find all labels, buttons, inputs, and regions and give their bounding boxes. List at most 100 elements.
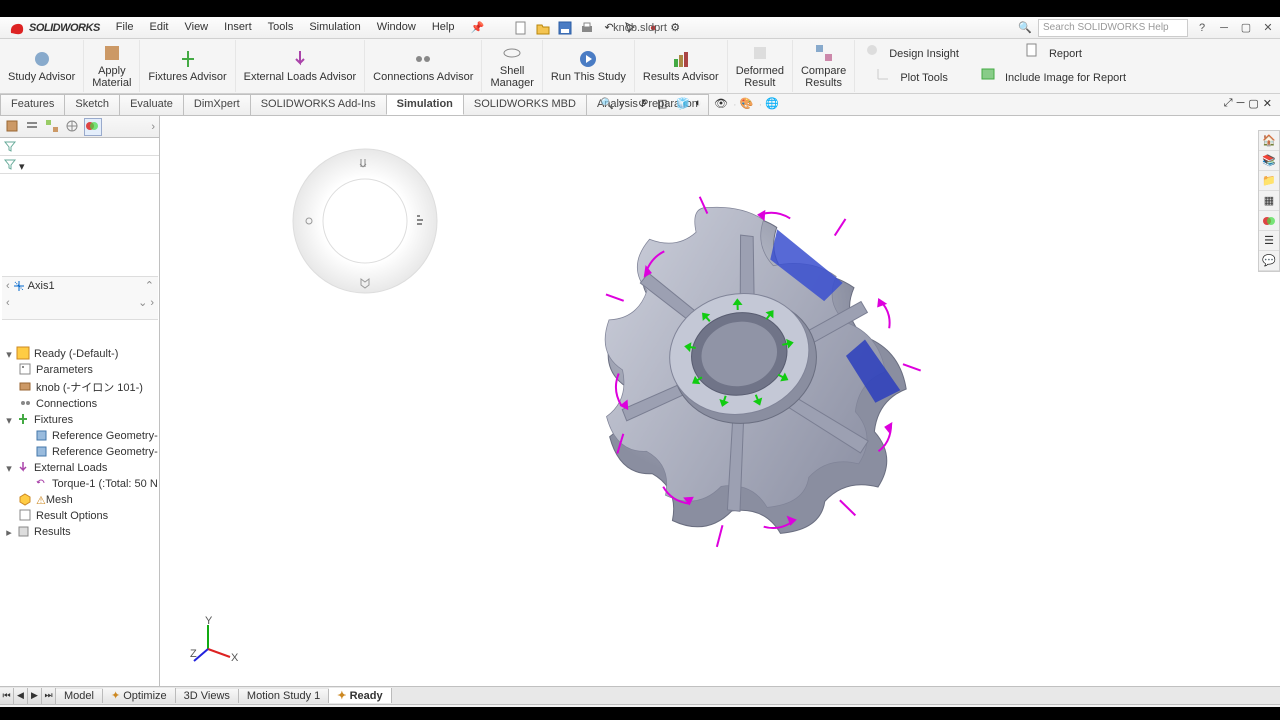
feature-tree-icon[interactable]: [4, 118, 22, 136]
property-mgr-icon[interactable]: [24, 118, 42, 136]
config-mgr-icon[interactable]: [44, 118, 62, 136]
svg-text:X: X: [231, 652, 239, 664]
tab-first-icon[interactable]: ⏮: [0, 688, 14, 704]
3d-model-knob[interactable]: [570, 166, 930, 586]
menu-simulation[interactable]: Simulation: [301, 18, 368, 37]
tab-mbd[interactable]: SOLIDWORKS MBD: [463, 94, 587, 115]
custom-props-icon[interactable]: ☰: [1259, 231, 1279, 251]
node-connections[interactable]: Connections: [4, 396, 156, 412]
prev-view-icon[interactable]: ↺: [638, 97, 654, 113]
btab-optimize[interactable]: ✦ Optimize: [103, 688, 176, 703]
file-explorer-icon[interactable]: 📁: [1259, 171, 1279, 191]
tab-evaluate[interactable]: Evaluate: [119, 94, 184, 115]
apply-scene-icon[interactable]: 🌐: [765, 97, 781, 113]
external-loads-advisor-button[interactable]: External Loads Advisor: [236, 40, 366, 92]
doc-close-icon[interactable]: ✕: [1263, 97, 1272, 110]
menu-edit[interactable]: Edit: [142, 18, 177, 37]
view-orient-icon[interactable]: 🧊: [676, 97, 692, 113]
design-lib-icon[interactable]: 📚: [1259, 151, 1279, 171]
search-icon[interactable]: 🔍: [1018, 21, 1032, 34]
compare-results-button[interactable]: Compare Results: [793, 40, 855, 92]
menu-pin-icon[interactable]: 📌: [462, 18, 492, 37]
forum-icon[interactable]: 💬: [1259, 251, 1279, 271]
resources-icon[interactable]: 🏠: [1259, 131, 1279, 151]
fixtures-advisor-button[interactable]: Fixtures Advisor: [140, 40, 235, 92]
node-study[interactable]: ▾Ready (-Default-): [4, 346, 156, 362]
deformed-result-button: Deformed Result: [728, 40, 793, 92]
view-wheel[interactable]: [285, 141, 445, 301]
tab-sketch[interactable]: Sketch: [64, 94, 120, 115]
menu-window[interactable]: Window: [369, 18, 424, 37]
node-results[interactable]: ▸Results: [4, 524, 156, 540]
menu-file[interactable]: File: [108, 18, 142, 37]
plot-tools-button: Plot Tools: [859, 66, 965, 90]
expand-panel-icon[interactable]: ›: [151, 121, 155, 133]
node-parameters[interactable]: Parameters: [4, 362, 156, 378]
zoom-fit-icon[interactable]: 🔍: [600, 97, 616, 113]
run-study-button[interactable]: Run This Study: [543, 40, 635, 92]
close-icon[interactable]: ✕: [1260, 21, 1276, 35]
tab-addins[interactable]: SOLIDWORKS Add-Ins: [250, 94, 387, 115]
menu-help[interactable]: Help: [424, 18, 463, 37]
view-palette-icon[interactable]: ▦: [1259, 191, 1279, 211]
restore-icon[interactable]: ▢: [1238, 21, 1254, 35]
node-ref2[interactable]: Reference Geometry-2 (:0: [4, 444, 156, 460]
study-advisor-button[interactable]: Study Advisor: [0, 40, 84, 92]
section-icon[interactable]: ◫: [657, 97, 673, 113]
appearances-icon[interactable]: [1259, 211, 1279, 231]
btab-ready[interactable]: ✦ Ready: [329, 688, 391, 703]
dimxpert-mgr-icon[interactable]: [64, 118, 82, 136]
minimize-icon[interactable]: ─: [1216, 21, 1232, 35]
node-torque[interactable]: Torque-1 (:Total: 50 N.m:): [4, 476, 156, 492]
new-doc-icon[interactable]: [512, 19, 530, 37]
tab-next-icon[interactable]: ▶: [28, 688, 42, 704]
connections-advisor-button[interactable]: Connections Advisor: [365, 40, 482, 92]
doc-max-icon[interactable]: ▢: [1248, 97, 1258, 110]
tab-simulation[interactable]: Simulation: [386, 94, 464, 115]
btab-motion[interactable]: Motion Study 1: [239, 689, 329, 703]
menu-insert[interactable]: Insert: [216, 18, 260, 37]
open-icon[interactable]: [534, 19, 552, 37]
btab-3dviews[interactable]: 3D Views: [176, 689, 239, 703]
search-input[interactable]: Search SOLIDWORKS Help: [1038, 19, 1188, 37]
node-mesh[interactable]: ⚠ Mesh: [4, 492, 156, 508]
print-icon[interactable]: [578, 19, 596, 37]
btab-model[interactable]: Model: [56, 689, 103, 703]
save-icon[interactable]: [556, 19, 574, 37]
tab-last-icon[interactable]: ⏭: [42, 688, 56, 704]
include-image-button[interactable]: Include Image for Report: [975, 66, 1132, 90]
options-icon[interactable]: ⚙: [666, 19, 684, 37]
edit-appearance-icon[interactable]: 🎨: [740, 97, 756, 113]
filter-icon: [4, 140, 16, 152]
breadcrumb-axis[interactable]: Axis1: [28, 280, 55, 292]
node-loads[interactable]: ▾External Loads: [4, 460, 156, 476]
display-mgr-icon[interactable]: [84, 118, 102, 136]
doc-goto-icon[interactable]: ⤢: [1224, 97, 1233, 110]
results-advisor-button[interactable]: Results Advisor: [635, 40, 728, 92]
node-ref1[interactable]: Reference Geometry-1 (:0: [4, 428, 156, 444]
view-toolbar: 🔍 ⌕ ↺ ◫ 🧊 ◐ 👁 · 🎨 · 🌐: [600, 97, 781, 113]
display-style-icon[interactable]: ◐: [695, 97, 711, 113]
orientation-triad[interactable]: Y X Z: [190, 617, 240, 667]
panel-tabs: ›: [0, 116, 159, 138]
filter-bar[interactable]: [0, 138, 159, 156]
node-fixtures[interactable]: ▾Fixtures: [4, 412, 156, 428]
report-button[interactable]: Report: [975, 42, 1132, 66]
task-pane: 🏠 📚 📁 ▦ ☰ 💬: [1258, 130, 1280, 272]
tab-prev-icon[interactable]: ◀: [14, 688, 28, 704]
hide-show-icon[interactable]: 👁: [714, 97, 730, 113]
doc-min-icon[interactable]: ─: [1237, 97, 1245, 110]
menu-view[interactable]: View: [176, 18, 216, 37]
node-result-options[interactable]: Result Options: [4, 508, 156, 524]
tab-dimxpert[interactable]: DimXpert: [183, 94, 251, 115]
node-part[interactable]: knob (-ナイロン 101-): [4, 378, 156, 396]
document-title: knob.sldprt: [613, 22, 667, 34]
apply-material-button[interactable]: Apply Material: [84, 40, 140, 92]
3d-viewport[interactable]: Y X Z: [160, 116, 1280, 691]
shell-manager-button[interactable]: Shell Manager: [482, 40, 542, 92]
menu-tools[interactable]: Tools: [260, 18, 302, 37]
sim-filter-bar[interactable]: ▾: [0, 156, 159, 174]
help-icon[interactable]: ?: [1194, 21, 1210, 35]
zoom-area-icon[interactable]: ⌕: [619, 97, 635, 113]
tab-features[interactable]: Features: [0, 94, 65, 115]
